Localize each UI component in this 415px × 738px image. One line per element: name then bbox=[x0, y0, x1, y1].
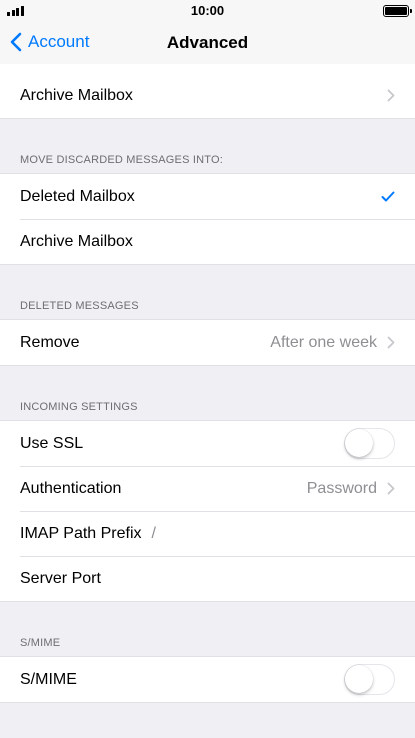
chevron-right-icon bbox=[387, 336, 395, 349]
imap-path-prefix-row[interactable]: IMAP Path Prefix / bbox=[0, 511, 415, 556]
smime-group: S/MIME bbox=[0, 656, 415, 703]
use-ssl-toggle[interactable] bbox=[344, 428, 395, 459]
deleted-mailbox-option[interactable]: Deleted Mailbox bbox=[0, 174, 415, 219]
server-port-row[interactable]: Server Port bbox=[0, 556, 415, 601]
smime-row: S/MIME bbox=[0, 657, 415, 702]
smime-toggle[interactable] bbox=[344, 664, 395, 695]
authentication-value: Password bbox=[306, 479, 377, 497]
imap-path-prefix-label: IMAP Path Prefix bbox=[20, 524, 142, 542]
incoming-settings-group: Use SSL Authentication Password IMAP Pat… bbox=[0, 420, 415, 602]
remove-label: Remove bbox=[20, 333, 80, 351]
use-ssl-label: Use SSL bbox=[20, 434, 84, 452]
top-group: Archive Mailbox bbox=[0, 64, 415, 119]
smime-header: S/MIME bbox=[20, 637, 61, 649]
deleted-mailbox-label: Deleted Mailbox bbox=[20, 187, 135, 205]
incoming-settings-header: INCOMING SETTINGS bbox=[20, 401, 138, 413]
server-port-label: Server Port bbox=[20, 569, 101, 587]
move-discarded-group: Deleted Mailbox Archive Mailbox bbox=[0, 173, 415, 265]
archive-mailbox-row[interactable]: Archive Mailbox bbox=[0, 73, 415, 118]
settings-list: Archive Mailbox MOVE DISCARDED MESSAGES … bbox=[0, 64, 415, 703]
chevron-right-icon bbox=[387, 89, 395, 102]
deleted-messages-header: DELETED MESSAGES bbox=[20, 300, 139, 312]
status-bar: 10:00 bbox=[0, 0, 415, 22]
archive-mailbox-option[interactable]: Archive Mailbox bbox=[0, 219, 415, 264]
authentication-label: Authentication bbox=[20, 479, 122, 497]
authentication-row[interactable]: Authentication Password bbox=[0, 466, 415, 511]
page-title: Advanced bbox=[166, 33, 249, 52]
chevron-right-icon bbox=[387, 482, 395, 495]
status-time: 10:00 bbox=[190, 3, 225, 18]
imap-path-prefix-field[interactable]: / bbox=[152, 525, 156, 543]
move-discarded-header: MOVE DISCARDED MESSAGES INTO: bbox=[20, 154, 224, 166]
navigation-bar: Account Advanced bbox=[0, 22, 415, 64]
remove-row[interactable]: Remove After one week bbox=[0, 320, 415, 365]
deleted-messages-group: Remove After one week bbox=[0, 319, 415, 366]
archive-mailbox-option-label: Archive Mailbox bbox=[20, 232, 133, 250]
battery-icon bbox=[383, 5, 412, 17]
smime-label: S/MIME bbox=[20, 670, 77, 688]
remove-value: After one week bbox=[270, 333, 377, 351]
archive-mailbox-label: Archive Mailbox bbox=[20, 86, 133, 104]
use-ssl-row: Use SSL bbox=[0, 421, 415, 466]
checkmark-icon bbox=[381, 191, 395, 202]
